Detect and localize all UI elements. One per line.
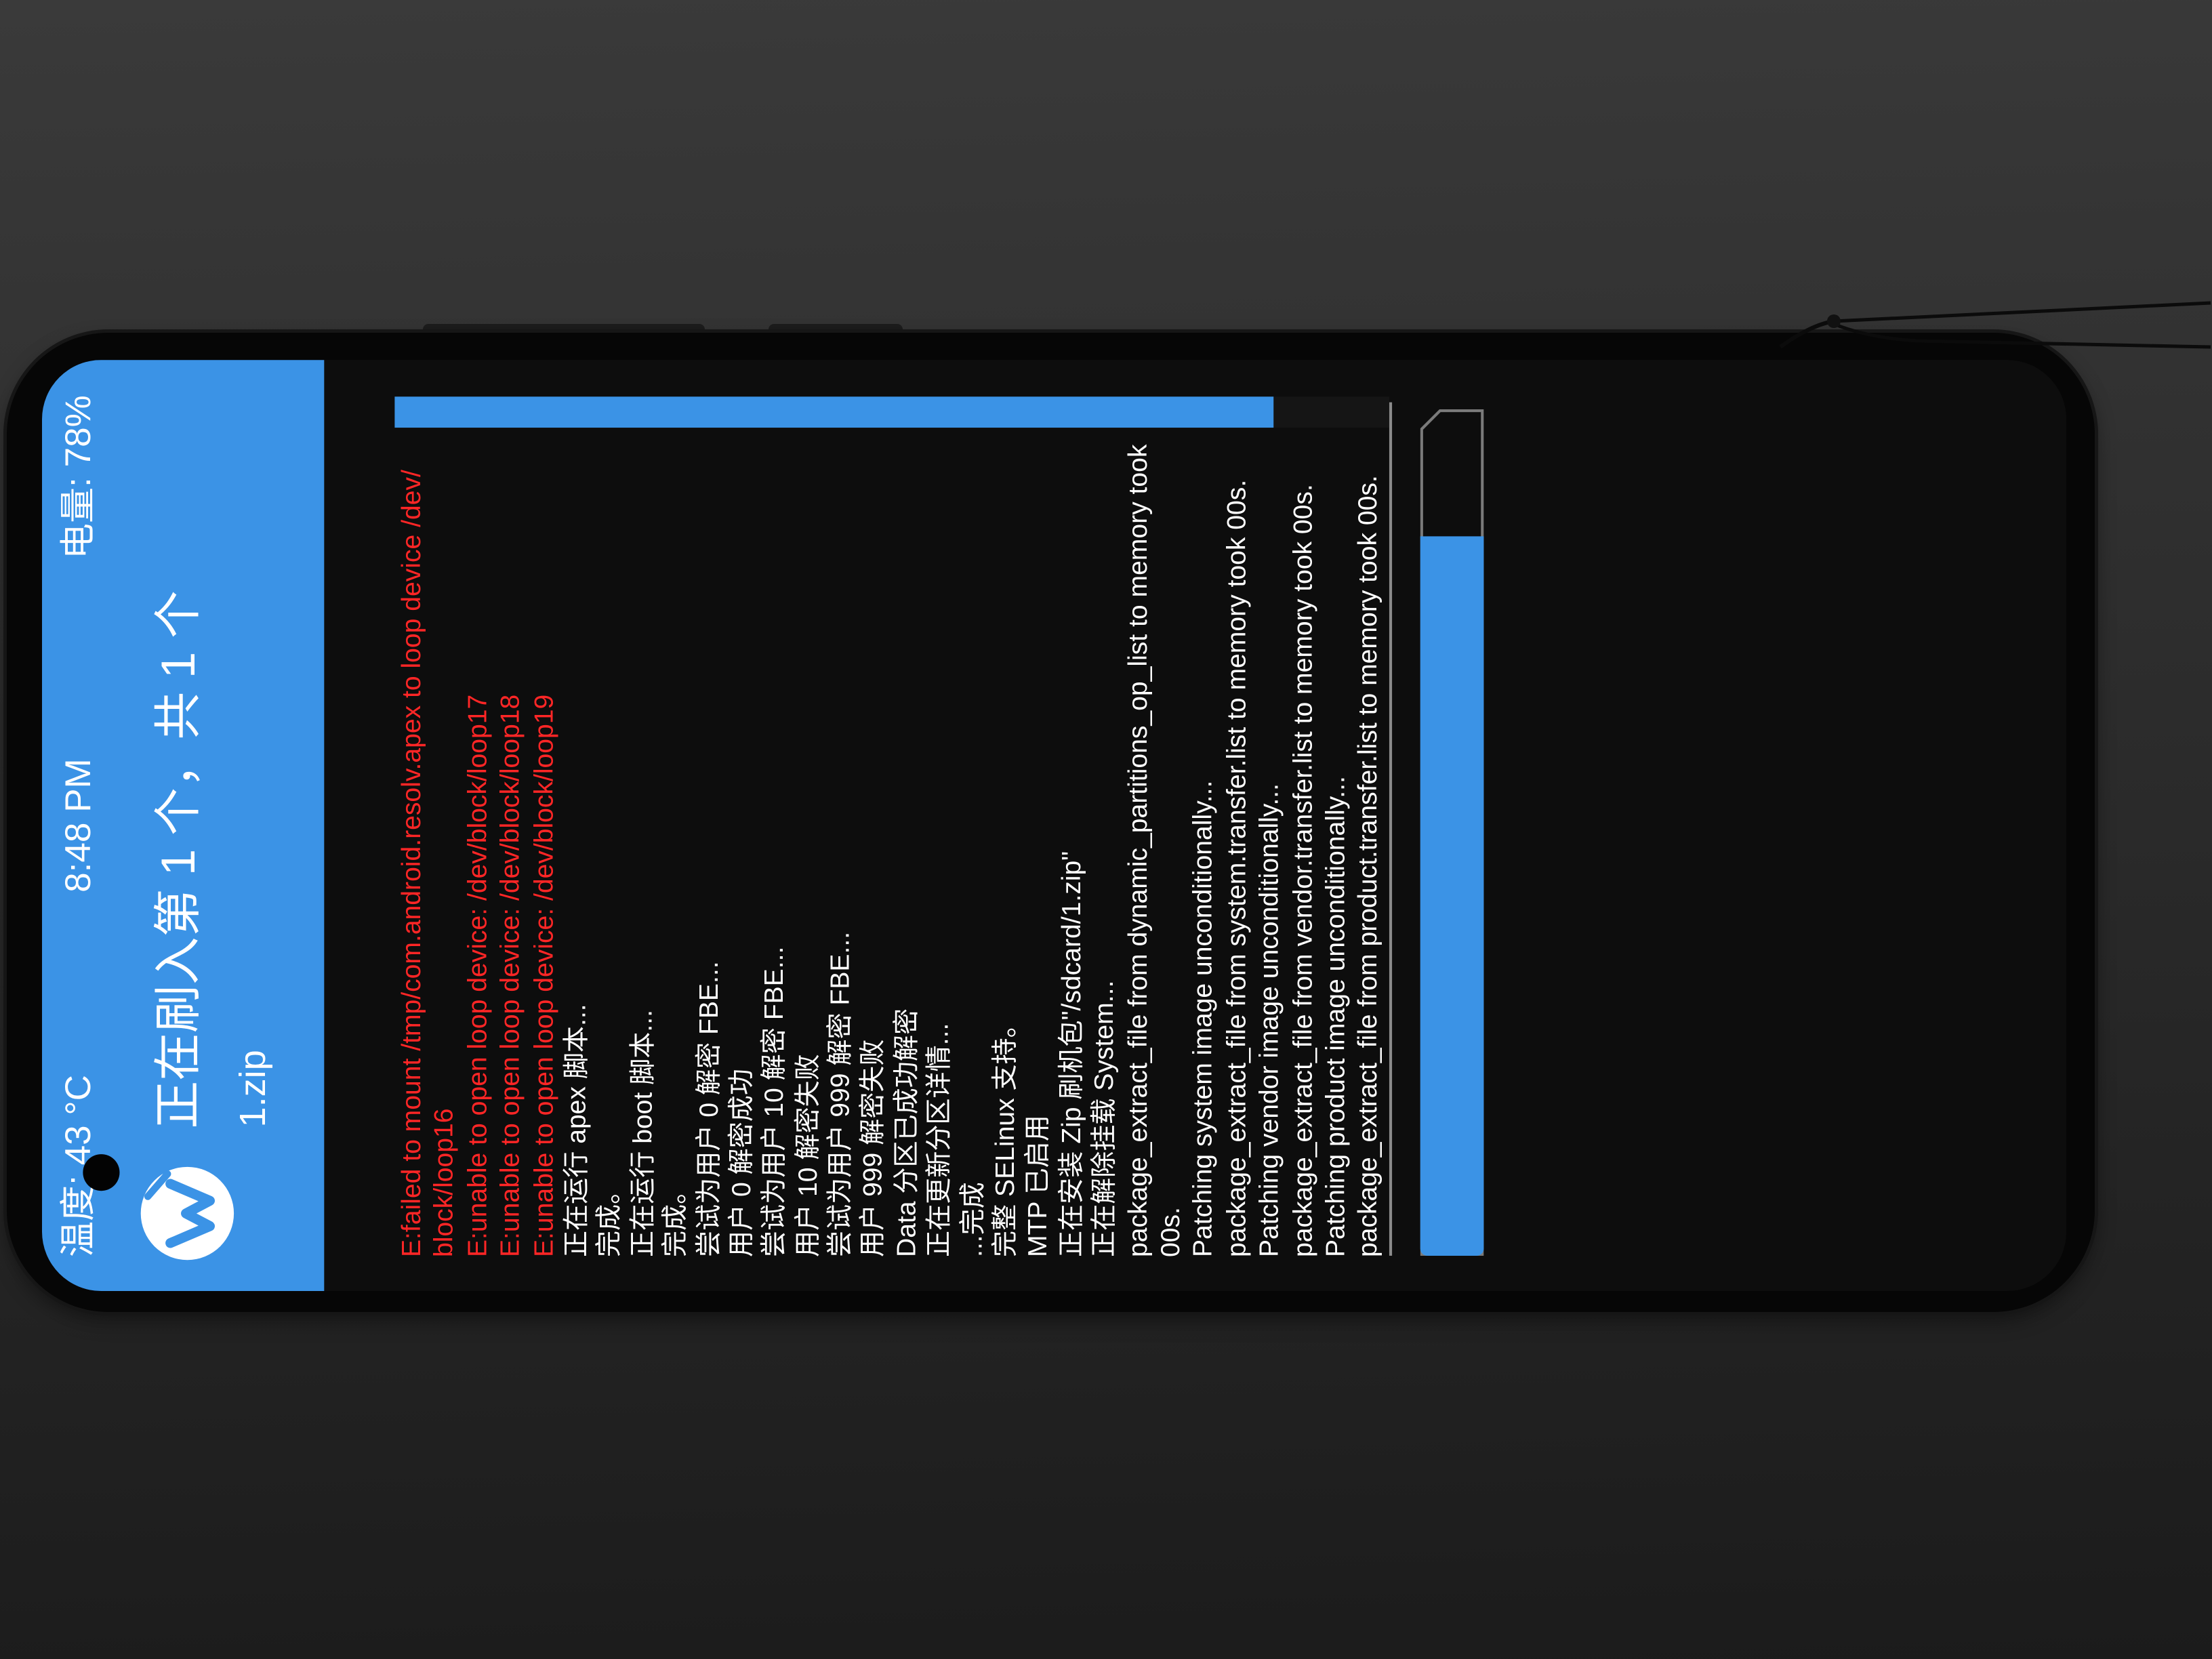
console-line: E:failed to mount /tmp/com.android.resol… xyxy=(396,470,426,1258)
console-line: 完成。 xyxy=(594,1177,624,1258)
console-line: E:unable to open loop device: /dev/block… xyxy=(495,694,525,1258)
console-line: 尝试为用户 999 解密 FBE... xyxy=(825,931,855,1258)
console-line: 正在更新分区详情... xyxy=(924,1023,954,1258)
scrollbar-thumb[interactable] xyxy=(394,396,1274,428)
console-line: 正在安装 Zip 刷机包"/sdcard/1.zip" xyxy=(1056,851,1086,1258)
front-camera-hole xyxy=(83,1154,120,1191)
console-line: 用户 10 解密失败 xyxy=(792,1054,822,1258)
console-log[interactable]: E:failed to mount /tmp/com.android.resol… xyxy=(394,433,1389,1257)
console-line: block/loop16 xyxy=(429,1108,459,1258)
console-line: 用户 0 解密成功 xyxy=(726,1068,756,1258)
twrp-logo-icon xyxy=(140,1166,236,1262)
zip-filename: 1.zip xyxy=(230,1050,274,1128)
console-line: MTP 已启用 xyxy=(1023,1115,1053,1258)
console-line: Data 分区已成功解密 xyxy=(890,1008,921,1258)
console-line: Patching system image unconditionally... xyxy=(1188,780,1218,1258)
console-line: package_extract_file from dynamic_partit… xyxy=(1122,444,1152,1258)
lanyard-cord xyxy=(1833,301,2211,323)
console-line: 用户 999 解密失败 xyxy=(858,1039,888,1258)
console-line: E:unable to open loop device: /dev/block… xyxy=(528,694,558,1258)
console-line: Patching vendor image unconditionally... xyxy=(1254,783,1284,1258)
console-line: 正在运行 apex 脚本... xyxy=(560,1004,591,1258)
console-line: ...完成 xyxy=(957,1182,987,1258)
status-bar: 温度: 43 °C 8:48 PM 电量: 78% xyxy=(42,360,115,1291)
flash-title: 正在刷入第 1 个，共 1 个 xyxy=(152,590,206,1129)
console-line: 00s. xyxy=(1155,1207,1185,1258)
console-line: 尝试为用户 0 解密 FBE... xyxy=(693,961,723,1258)
console-line: 正在运行 boot 脚本... xyxy=(627,1010,657,1258)
photo-background: 温度: 43 °C 8:48 PM 电量: 78% 正在刷入第 1 个，共 1 … xyxy=(0,0,2212,1659)
console-line: 正在解除挂载 System... xyxy=(1088,980,1119,1258)
console-line: package_extract_file from system.transfe… xyxy=(1221,479,1251,1258)
console-scrollbar[interactable] xyxy=(394,396,1389,428)
battery-text: 电量: 78% xyxy=(58,395,99,560)
progress-bar xyxy=(1420,409,1484,1256)
console-line: 完整 SELinux 支持。 xyxy=(989,1011,1020,1258)
progress-fill xyxy=(1420,536,1484,1256)
console-line: package_extract_file from product.transf… xyxy=(1353,475,1383,1258)
phone-screen: 温度: 43 °C 8:48 PM 电量: 78% 正在刷入第 1 个，共 1 … xyxy=(42,360,2067,1291)
console-line: 尝试为用户 10 解密 FBE... xyxy=(759,946,789,1258)
console-line: E:unable to open loop device: /dev/block… xyxy=(462,694,492,1258)
console-line: 完成。 xyxy=(660,1177,690,1258)
header-bar: 温度: 43 °C 8:48 PM 电量: 78% 正在刷入第 1 个，共 1 … xyxy=(42,360,325,1291)
console-line: Patching product image unconditionally..… xyxy=(1319,776,1350,1258)
console-divider xyxy=(1389,402,1393,1256)
lanyard-knot xyxy=(1827,314,1841,328)
console-line: package_extract_file from vendor.transfe… xyxy=(1287,484,1317,1258)
